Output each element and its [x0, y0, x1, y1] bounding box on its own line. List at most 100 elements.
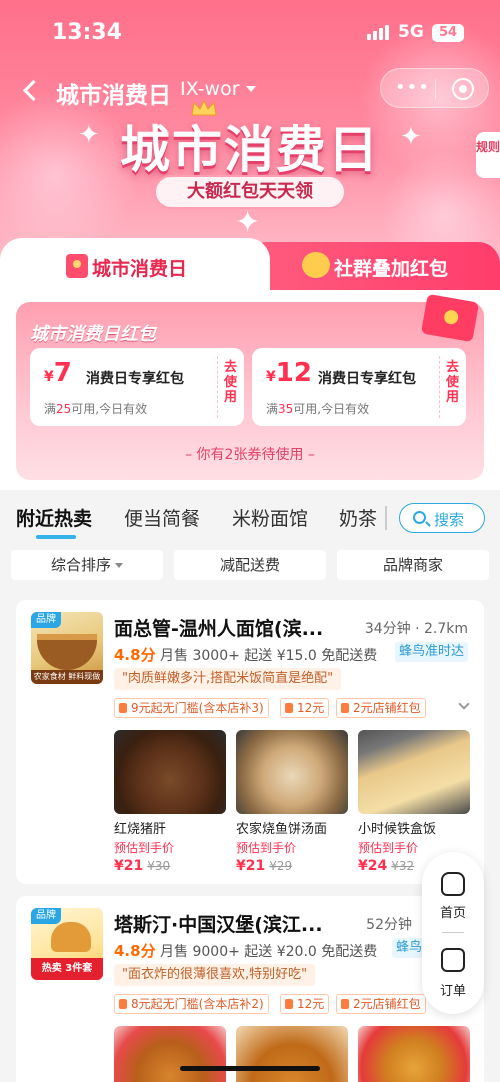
dish-name: 农家烧鱼饼汤面 [236, 822, 328, 837]
delivery-badge: 蜂鸟 [391, 938, 426, 958]
order-icon[interactable] [441, 948, 465, 972]
dish-image [236, 730, 348, 814]
review-quote: "肉质鲜嫩多汁,搭配米饭简直是绝配" [114, 668, 342, 690]
dish-item[interactable]: 农家烧鱼饼汤面 预估到手价 ¥21 ¥29 [236, 730, 348, 874]
use-coupon-button[interactable]: 去使用 [224, 360, 238, 405]
dish-item[interactable]: 红烧猪肝 预估到手价 ¥21 ¥30 [114, 730, 226, 874]
delivery-badge: 蜂鸟准时达 [394, 642, 468, 662]
store-rating: 4.8分 [114, 646, 156, 664]
floating-nav-orders[interactable]: 订单 [422, 980, 484, 999]
coupon-condition: 满35可用,今日有效 [266, 402, 370, 416]
gift-box-icon [420, 293, 480, 343]
network-label: 5G [398, 22, 424, 42]
coupon-card[interactable]: ¥12 消费日专享红包 满35可用,今日有效 去使用 [252, 348, 466, 426]
category-divider [385, 506, 387, 530]
dish-name: 小时候铁盒饭 [358, 822, 437, 837]
dish-image [114, 1026, 226, 1082]
promo-tag: 2元店铺红包 [336, 698, 426, 718]
status-time: 13:34 [52, 20, 123, 45]
search-button[interactable]: 搜索 [399, 503, 485, 533]
store-rating-row: 4.8分 月售 9000+ 起送 ¥20.0 免配送费 [114, 940, 377, 961]
store-name: 塔斯汀·中国汉堡(滨江... [114, 914, 323, 936]
dish-price-label: 预估到手价 [114, 841, 175, 855]
dish-item[interactable] [358, 1026, 470, 1082]
store-stats: 月售 9000+ 起送 ¥20.0 免配送费 [160, 944, 378, 960]
category-tab[interactable]: 便当简餐 [124, 504, 200, 531]
store-stats: 月售 3000+ 起送 ¥15.0 免配送费 [160, 648, 378, 664]
store-name: 面总管-温州人面馆(滨... [114, 618, 324, 640]
banner-subtitle: 大额红包天天领 [154, 175, 346, 209]
coupon-divider [439, 356, 440, 418]
pending-coupons-link[interactable]: – 你有2张券待使用 – [16, 444, 484, 464]
close-target-icon[interactable] [452, 78, 474, 100]
promo-tag: 8元起无门槛(含本店补2) [114, 994, 269, 1014]
chevron-down-icon[interactable] [246, 86, 256, 92]
back-button[interactable] [20, 77, 40, 103]
brand-badge: 品牌 [31, 612, 61, 628]
category-tab[interactable]: 米粉面馆 [232, 504, 308, 531]
coupon-section: 城市消费日红包 ¥7 消费日专享红包 满25可用,今日有效 去使用 ¥12 消费… [16, 293, 484, 480]
banner-title: 城市消费日 [120, 121, 380, 179]
category-tabs: 附近热卖 便当简餐 米粉面馆 奶茶 搜索 [0, 490, 500, 544]
dish-item[interactable] [236, 1026, 348, 1082]
dish-price: ¥21 ¥29 [236, 858, 293, 874]
filter-label: 综合排序 [50, 556, 111, 574]
tab-community-redpacket[interactable]: 社群叠加红包 [245, 242, 500, 294]
more-icon[interactable]: ••• [395, 77, 429, 99]
caret-down-icon [115, 563, 123, 568]
noodle-bowl-image [37, 634, 97, 670]
home-icon[interactable] [441, 872, 465, 896]
promo-tag: 12元 [280, 698, 330, 718]
dish-price: ¥21 ¥30 [114, 858, 171, 874]
dish-image [114, 730, 226, 814]
coupon-divider [217, 356, 218, 418]
floating-nav-divider [442, 932, 464, 933]
coupon-card[interactable]: ¥7 消费日专享红包 满25可用,今日有效 去使用 [30, 348, 244, 426]
store-rating-row: 4.8分 月售 3000+ 起送 ¥15.0 免配送费 [114, 644, 377, 665]
coupon-section-title: 城市消费日红包 [30, 324, 156, 345]
use-coupon-button[interactable]: 去使用 [446, 360, 460, 405]
mini-program-capsule: ••• [380, 68, 489, 108]
tab-bar: 社群叠加红包 城市消费日 [0, 238, 500, 294]
filter-label: 减配送费 [219, 556, 280, 574]
red-envelope-icon [66, 254, 88, 278]
review-quote: "面衣炸的很薄很喜欢,特别好吃" [114, 964, 316, 986]
coupon-name: 消费日专享红包 [86, 371, 184, 387]
smile-face-icon [302, 252, 330, 278]
dish-image [236, 1026, 348, 1082]
floating-nav-home[interactable]: 首页 [422, 902, 484, 921]
store-card[interactable]: 农家食材 鲜料现做 品牌 面总管-温州人面馆(滨... 34分钟 · 2.7km… [16, 600, 484, 884]
active-tab-indicator [36, 535, 76, 539]
expand-chevron-icon[interactable] [458, 698, 470, 710]
dish-item[interactable] [114, 1026, 226, 1082]
delivery-time-distance: 52分钟 [366, 917, 412, 933]
sparkle-icon: ✦ [235, 205, 261, 240]
battery-icon: 54 [432, 24, 464, 42]
filter-label: 品牌商家 [382, 556, 443, 574]
store-rating: 4.8分 [114, 942, 156, 960]
category-tab[interactable]: 附近热卖 [16, 504, 92, 531]
store-card[interactable]: 热卖 3件套 25.9元起 品牌 塔斯汀·中国汉堡(滨江... 52分钟 4.8… [16, 896, 484, 1082]
logo-caption: 热卖 3件套 25.9元起 [31, 958, 103, 980]
tab-city-consumption[interactable]: 城市消费日 [0, 238, 270, 294]
burger-image [51, 922, 91, 952]
dish-name: 红烧猪肝 [114, 822, 167, 837]
search-label: 搜索 [434, 511, 465, 529]
home-indicator [180, 1066, 320, 1071]
rules-button[interactable]: 规则 [476, 132, 500, 178]
filter-bar: 综合排序 减配送费 品牌商家 [0, 550, 500, 582]
coupon-amount: ¥7 [44, 358, 72, 388]
coupon-condition: 满25可用,今日有效 [44, 402, 148, 416]
brand-badge: 品牌 [31, 908, 61, 924]
status-bar: 13:34 5G 54 [0, 18, 500, 50]
category-tab[interactable]: 奶茶 [339, 504, 381, 531]
coupon-name: 消费日专享红包 [318, 371, 416, 387]
search-icon [413, 511, 426, 524]
floating-nav: 首页 订单 [422, 852, 484, 1014]
tab-label: 城市消费日 [92, 258, 188, 280]
filter-brand[interactable]: 品牌商家 [337, 550, 489, 580]
coupon-amount: ¥12 [266, 358, 312, 388]
delivery-time-distance: 34分钟 · 2.7km [364, 621, 468, 637]
filter-sort[interactable]: 综合排序 [11, 550, 163, 580]
filter-delivery-fee[interactable]: 减配送费 [174, 550, 326, 580]
